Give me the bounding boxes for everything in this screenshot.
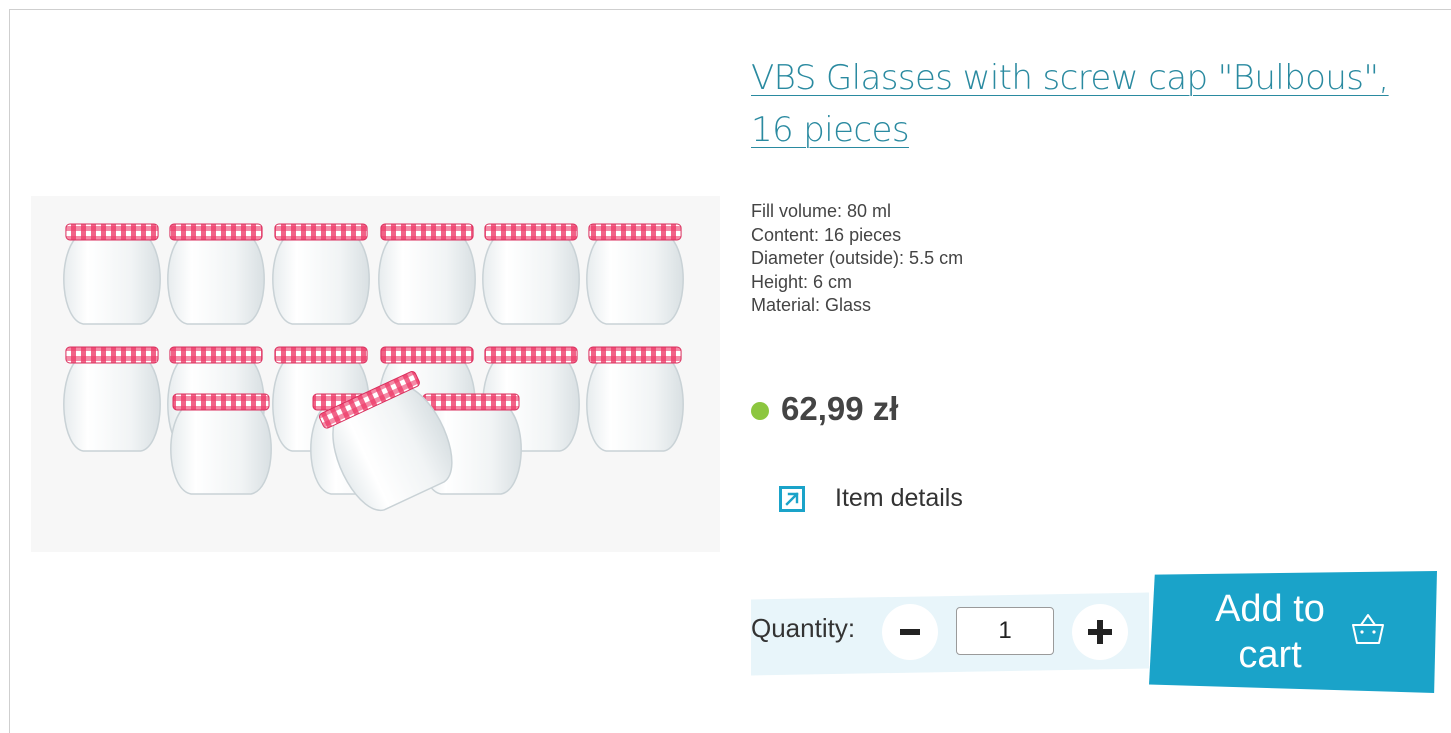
spec-height: Height: 6 cm: [751, 271, 853, 292]
minus-icon: [900, 629, 920, 635]
quantity-label: Quantity:: [751, 613, 856, 643]
spec-diameter: Diameter (outside): 5.5 cm: [751, 248, 964, 268]
item-details-label: Item details: [835, 484, 963, 512]
jar-shape: [482, 223, 580, 325]
product-image[interactable]: [31, 196, 720, 552]
spec-material: Material: Glass: [751, 295, 872, 315]
jar-shape: [167, 223, 265, 325]
quantity-decrease-button[interactable]: [882, 604, 938, 660]
add-to-cart-label: Add to cart: [1215, 588, 1325, 676]
jar-shape: [378, 223, 476, 325]
jar-shape: [170, 393, 272, 495]
spec-fill-volume: Fill volume: 80 ml: [751, 201, 892, 221]
jar-shape: [272, 223, 370, 325]
quantity-input[interactable]: [956, 607, 1054, 655]
jar-shape: [586, 346, 684, 452]
product-specs: Fill volume: 80 ml Content: 16 pieces Di…: [751, 200, 963, 318]
jar-shape: [63, 223, 161, 325]
jars-illustration: [63, 223, 684, 511]
availability-dot-icon: [751, 402, 769, 420]
arrow-up-right-icon: [779, 485, 805, 512]
product-price: 62,99 zł: [781, 390, 899, 427]
jar-shape: [63, 346, 161, 452]
spec-content: Content: 16 pieces: [751, 224, 902, 245]
jar-shape: [586, 223, 684, 325]
item-details-link[interactable]: Item details: [779, 484, 963, 513]
plus-icon: [1088, 620, 1112, 644]
product-title[interactable]: VBS Glasses with screw cap "Bulbous", 16…: [751, 52, 1431, 156]
price-row: 62,99 zł: [751, 390, 898, 428]
shopping-basket-icon: [1352, 614, 1384, 644]
quantity-increase-button[interactable]: [1072, 604, 1128, 660]
